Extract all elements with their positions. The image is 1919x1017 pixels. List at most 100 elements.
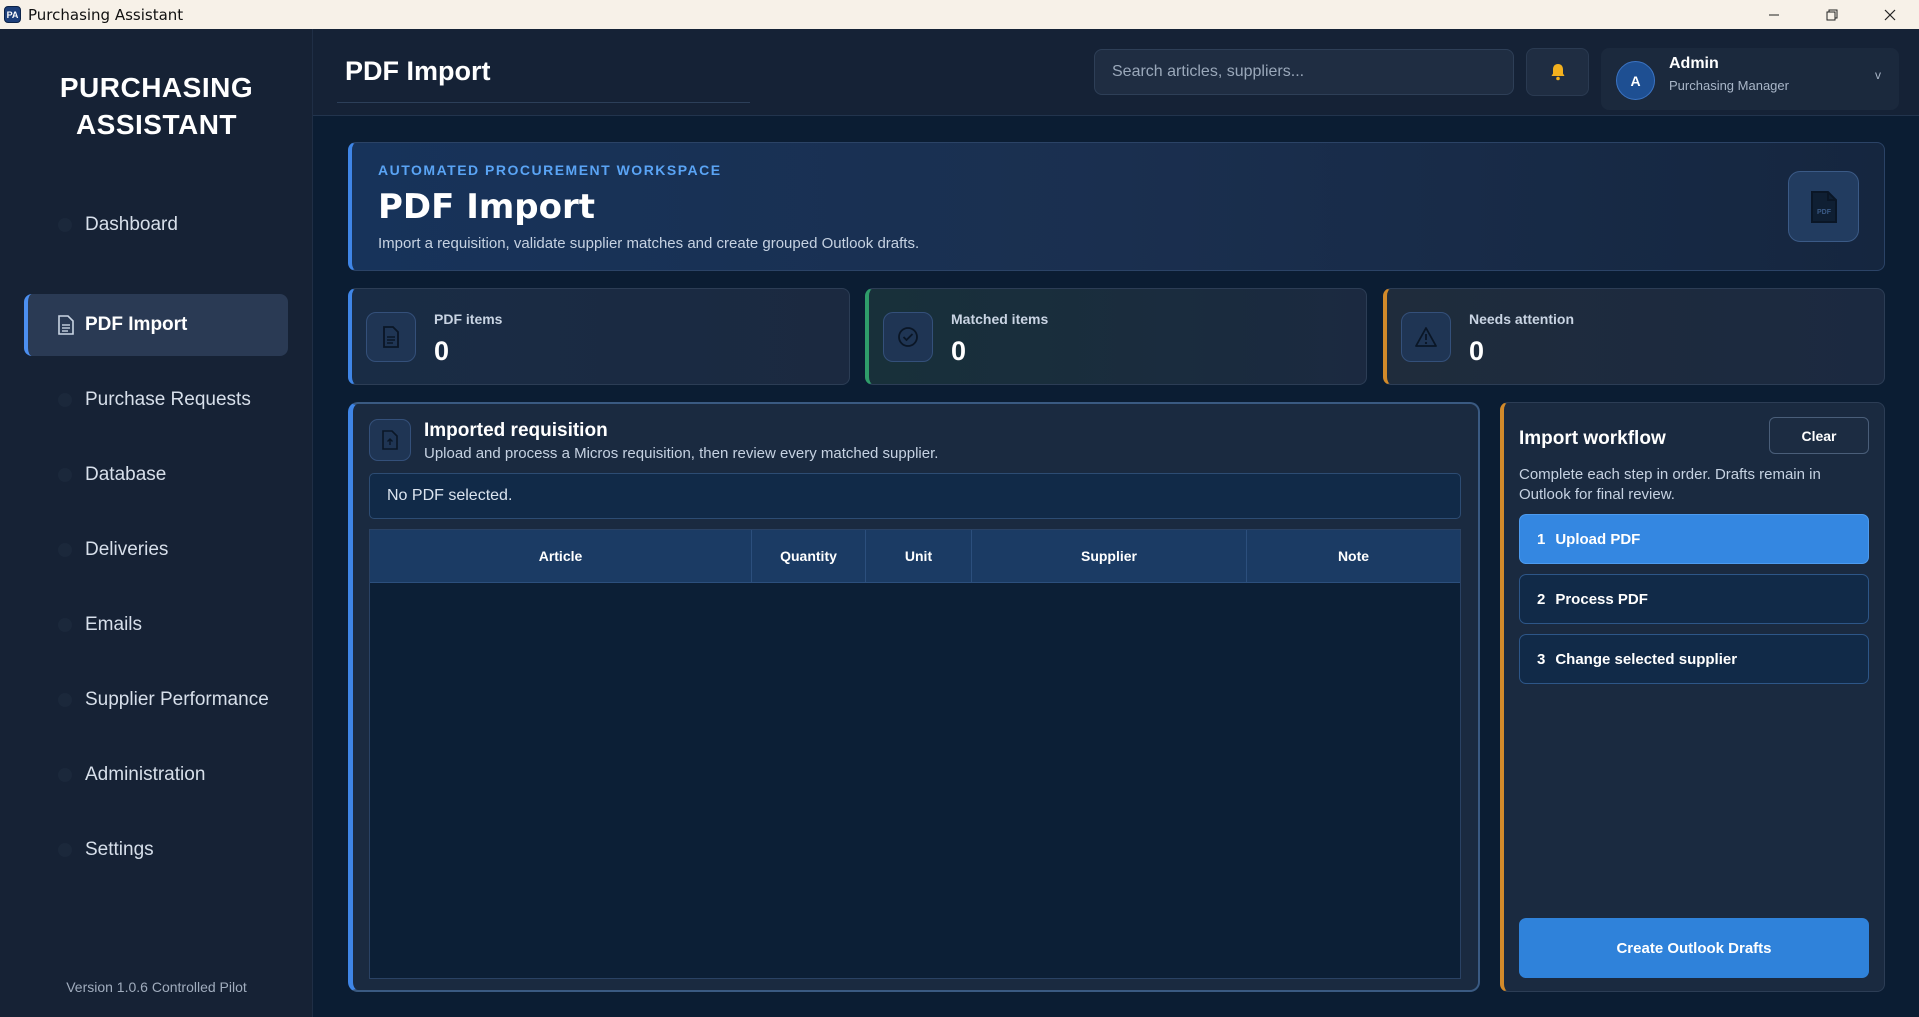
hero-eyebrow: AUTOMATED PROCUREMENT WORKSPACE bbox=[378, 162, 722, 178]
stat-value: 0 bbox=[434, 336, 450, 366]
pdf-upload-icon bbox=[369, 419, 411, 461]
title-divider bbox=[337, 102, 750, 103]
window-controls bbox=[1745, 0, 1919, 29]
stat-label: Needs attention bbox=[1469, 311, 1575, 327]
user-role: Purchasing Manager bbox=[1669, 78, 1789, 93]
step-process-pdf-button[interactable]: 2 Process PDF bbox=[1519, 574, 1869, 624]
step-number: 2 bbox=[1537, 590, 1546, 608]
sidebar-item-deliveries[interactable]: Deliveries bbox=[24, 519, 288, 581]
stat-value: 0 bbox=[1469, 336, 1485, 366]
sidebar-item-label: Purchase Requests bbox=[85, 389, 251, 410]
requisition-panel: Imported requisition Upload and process … bbox=[348, 402, 1480, 992]
stat-card-matched-items: Matched items 0 bbox=[865, 288, 1367, 385]
stat-card-needs-attention: Needs attention 0 bbox=[1383, 288, 1885, 385]
column-header-quantity[interactable]: Quantity bbox=[752, 530, 866, 582]
avatar: A bbox=[1616, 61, 1655, 100]
sidebar-item-supplier-performance[interactable]: Supplier Performance bbox=[24, 669, 288, 731]
step-label: Process PDF bbox=[1555, 590, 1648, 608]
minimize-icon bbox=[1769, 14, 1779, 15]
table-header: Article Quantity Unit Supplier Note bbox=[370, 530, 1460, 583]
requisition-title: Imported requisition bbox=[424, 420, 608, 441]
workflow-panel: Import workflow Clear Complete each step… bbox=[1500, 402, 1885, 992]
stat-label: PDF items bbox=[434, 311, 503, 327]
app-icon: PA bbox=[4, 6, 21, 23]
brand-line-1: PURCHASING bbox=[59, 72, 254, 103]
column-header-unit[interactable]: Unit bbox=[866, 530, 972, 582]
sidebar-item-label: Deliveries bbox=[85, 539, 169, 560]
step-label: Upload PDF bbox=[1555, 530, 1641, 548]
step-number: 3 bbox=[1537, 650, 1546, 668]
column-header-supplier[interactable]: Supplier bbox=[972, 530, 1247, 582]
sidebar-item-label: Settings bbox=[85, 839, 154, 860]
create-outlook-drafts-button[interactable]: Create Outlook Drafts bbox=[1519, 918, 1869, 978]
emails-icon bbox=[58, 618, 72, 632]
sidebar-item-emails[interactable]: Emails bbox=[24, 594, 288, 656]
sidebar-item-pdf-import[interactable]: PDF Import bbox=[24, 294, 288, 356]
sidebar-item-label: PDF Import bbox=[85, 314, 188, 335]
sidebar-item-label: Dashboard bbox=[85, 214, 178, 235]
column-header-article[interactable]: Article bbox=[370, 530, 752, 582]
page-title: PDF Import bbox=[345, 56, 491, 86]
sidebar-item-label: Supplier Performance bbox=[85, 689, 269, 710]
stat-label: Matched items bbox=[951, 311, 1049, 327]
sidebar-item-label: Emails bbox=[85, 614, 143, 635]
clear-button[interactable]: Clear bbox=[1769, 417, 1869, 454]
search-input[interactable]: Search articles, suppliers... bbox=[1094, 49, 1514, 95]
restore-icon bbox=[1826, 9, 1838, 20]
warning-icon bbox=[1401, 312, 1451, 362]
workflow-title: Import workflow bbox=[1519, 428, 1666, 449]
top-header: PDF Import Search articles, suppliers...… bbox=[313, 29, 1919, 116]
pdf-file-icon: PDF bbox=[1788, 171, 1859, 242]
file-status-text: No PDF selected. bbox=[387, 487, 513, 504]
sidebar: PURCHASING ASSISTANT Dashboard PDF Impor… bbox=[0, 29, 313, 1017]
minimize-button[interactable] bbox=[1745, 0, 1803, 29]
settings-icon bbox=[58, 843, 72, 857]
supplier-performance-icon bbox=[58, 693, 72, 707]
stat-card-pdf-items: PDF items 0 bbox=[348, 288, 850, 385]
sidebar-item-label: Administration bbox=[85, 764, 206, 785]
hero-title: PDF Import bbox=[378, 187, 595, 227]
version-label: Version 1.0.6 Controlled Pilot bbox=[66, 979, 247, 995]
document-icon bbox=[366, 312, 416, 362]
sidebar-item-label: Database bbox=[85, 464, 167, 485]
deliveries-icon bbox=[58, 543, 72, 557]
database-icon bbox=[58, 468, 72, 482]
svg-text:PDF: PDF bbox=[1817, 209, 1832, 216]
window-title: Purchasing Assistant bbox=[28, 5, 184, 24]
close-button[interactable] bbox=[1861, 0, 1919, 29]
purchase-requests-icon bbox=[58, 393, 72, 407]
sidebar-item-settings[interactable]: Settings bbox=[24, 819, 288, 881]
brand-logo: PURCHASING ASSISTANT bbox=[0, 69, 313, 143]
column-header-note[interactable]: Note bbox=[1247, 530, 1460, 582]
stat-value: 0 bbox=[951, 336, 967, 366]
bell-icon bbox=[1551, 64, 1564, 81]
window-titlebar: PA Purchasing Assistant bbox=[0, 0, 1919, 29]
requisition-table: Article Quantity Unit Supplier Note bbox=[369, 529, 1461, 979]
hero-banner: AUTOMATED PROCUREMENT WORKSPACE PDF Impo… bbox=[348, 142, 1885, 271]
restore-button[interactable] bbox=[1803, 0, 1861, 29]
step-number: 1 bbox=[1537, 530, 1546, 548]
workflow-subtitle: Complete each step in order. Drafts rema… bbox=[1519, 466, 1821, 503]
hero-subtitle: Import a requisition, validate supplier … bbox=[378, 235, 920, 252]
step-upload-pdf-button[interactable]: 1 Upload PDF bbox=[1519, 514, 1869, 564]
user-name: Admin bbox=[1669, 55, 1719, 72]
table-body[interactable] bbox=[370, 583, 1460, 978]
sidebar-item-purchase-requests[interactable]: Purchase Requests bbox=[24, 369, 288, 431]
search-placeholder: Search articles, suppliers... bbox=[1112, 63, 1305, 80]
administration-icon bbox=[58, 768, 72, 782]
document-icon bbox=[58, 315, 74, 335]
close-icon bbox=[1884, 9, 1896, 20]
brand-line-2: ASSISTANT bbox=[75, 109, 238, 140]
chevron-down-icon: v bbox=[1875, 68, 1881, 82]
dashboard-icon bbox=[58, 218, 72, 232]
check-circle-icon bbox=[883, 312, 933, 362]
user-menu[interactable]: A Admin Purchasing Manager v bbox=[1601, 48, 1899, 110]
notifications-button[interactable] bbox=[1526, 48, 1589, 96]
sidebar-item-dashboard[interactable]: Dashboard bbox=[24, 194, 288, 256]
step-label: Change selected supplier bbox=[1555, 650, 1738, 668]
step-change-supplier-button[interactable]: 3 Change selected supplier bbox=[1519, 634, 1869, 684]
file-status-field: No PDF selected. bbox=[369, 473, 1461, 519]
requisition-subtitle: Upload and process a Micros requisition,… bbox=[424, 445, 939, 462]
sidebar-item-database[interactable]: Database bbox=[24, 444, 288, 506]
sidebar-item-administration[interactable]: Administration bbox=[24, 744, 288, 806]
